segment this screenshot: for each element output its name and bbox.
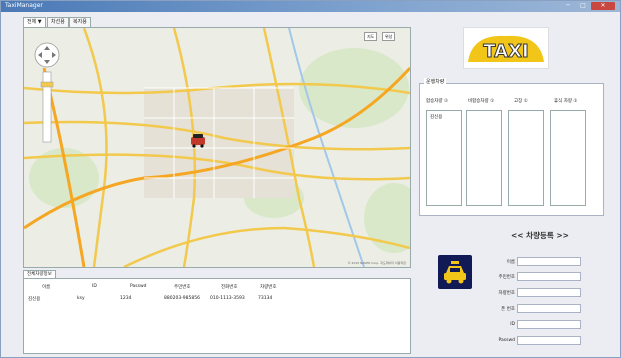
vehicle-status-title: 운행차량: [424, 78, 447, 85]
map-canvas: [24, 28, 410, 267]
list-item[interactable]: 김신용: [430, 114, 442, 120]
passwd-field[interactable]: [517, 336, 581, 345]
logo-text: TAXI: [483, 41, 528, 62]
minimize-button[interactable]: ─: [561, 2, 575, 10]
driver-list[interactable]: 이름 ID Passwd 주민번호 전화번호 차량번호 김신용 ksy 1234…: [23, 278, 411, 354]
header-resident-id: 주민번호: [174, 285, 191, 290]
col-label-broken: 고장 ①: [514, 99, 528, 104]
id-label: ID: [510, 322, 515, 327]
maximize-button[interactable]: □: [576, 2, 590, 10]
header-vehicle-number: 차량번호: [260, 285, 277, 290]
col-label-resting: 휴식 차량 ①: [554, 99, 578, 104]
taxi-logo-icon: TAXI: [464, 28, 548, 68]
vehicle-number-field[interactable]: [517, 288, 581, 297]
satellite-type-button[interactable]: 위성: [382, 32, 396, 41]
registration-title: << 차량등록 >>: [511, 231, 569, 240]
header-phone: 전화번호: [221, 285, 238, 290]
resident-id-field[interactable]: [517, 272, 581, 281]
title-bar: TaxiManager ─ □ ✕: [1, 1, 620, 12]
name-label: 이름: [506, 260, 515, 265]
header-name: 이름: [42, 285, 51, 290]
map-type-button[interactable]: 지도: [364, 32, 378, 41]
phone-field[interactable]: [517, 304, 581, 313]
taxi-car-icon: [438, 255, 472, 289]
vehicle-status-panel: 운행차량 합승차량 ① 김신용 비합승차량 ① 고장 ① 휴식 차량 ①: [419, 78, 604, 216]
vehicle-number-label: 차량번호: [498, 291, 515, 296]
close-button[interactable]: ✕: [591, 2, 615, 10]
id-field[interactable]: [517, 320, 581, 329]
passwd-label: Passwd: [498, 338, 516, 343]
map-attribution: © 2015 NAVER Corp. 지도데이터 이용약관: [347, 261, 406, 265]
cell-vehicle-number: 73134: [258, 296, 273, 301]
col-label-shared: 합승차량 ①: [426, 99, 449, 104]
cell-id: ksy: [77, 296, 85, 301]
resting-vehicle-list[interactable]: [550, 110, 586, 206]
resident-id-label: 주민번호: [498, 275, 515, 280]
app-window: TaxiManager ─ □ ✕ 전체 ▼ 차선용 복지용 지도 위성 © 2…: [0, 0, 621, 358]
name-field[interactable]: [517, 257, 581, 266]
map-view[interactable]: 지도 위성 © 2015 NAVER Corp. 지도데이터 이용약관: [23, 27, 411, 268]
header-passwd: Passwd: [130, 284, 147, 289]
broken-vehicle-list[interactable]: [508, 110, 544, 206]
cell-passwd: 1234: [120, 296, 132, 301]
taxi-logo: TAXI: [463, 27, 549, 69]
cell-name: 김신용: [28, 297, 41, 302]
cell-phone: 010-1113-3593: [210, 296, 245, 301]
nonshared-vehicle-list[interactable]: [466, 110, 502, 206]
col-label-nonshared: 비합승차량 ①: [468, 99, 495, 104]
window-title: TaxiManager: [5, 2, 43, 9]
header-id: ID: [92, 284, 97, 289]
pan-control: [34, 42, 60, 68]
shared-vehicle-list[interactable]: 김신용: [426, 110, 462, 206]
phone-label: 폰 번호: [501, 307, 515, 312]
zoom-slider: [40, 71, 54, 143]
cell-resident-id: 880203-985856: [164, 296, 200, 301]
